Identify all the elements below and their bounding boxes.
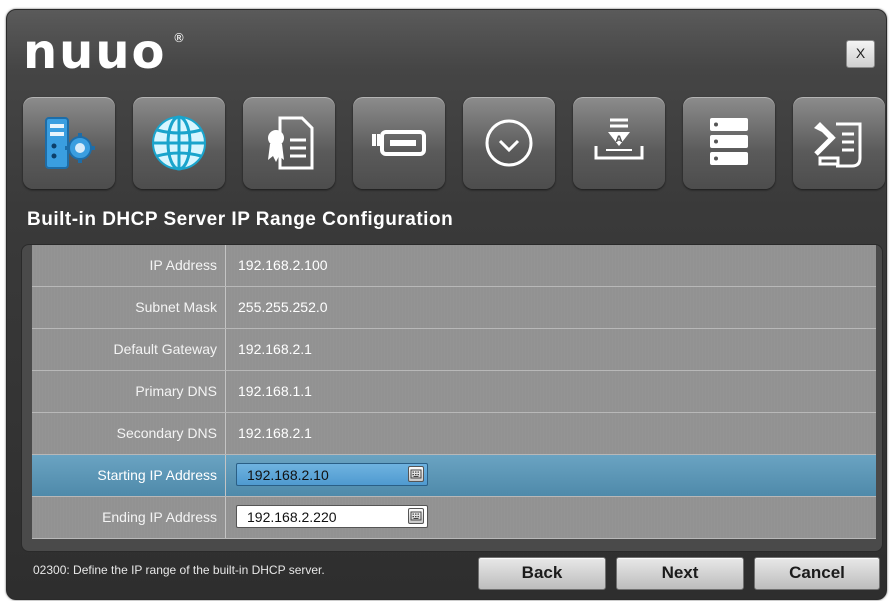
starting-ip-value[interactable]: 192.168.2.10	[247, 464, 329, 486]
server-rack-icon	[710, 118, 748, 165]
globe-network-icon	[152, 115, 206, 171]
row-value: 192.168.2.100	[238, 257, 328, 273]
tool-time[interactable]	[463, 97, 555, 189]
toolbar: A	[23, 97, 886, 193]
config-panel: IP Address 192.168.2.100 Subnet Mask 255…	[21, 244, 883, 552]
row-label: IP Address	[32, 245, 226, 286]
row-ip-address: IP Address 192.168.2.100	[32, 245, 876, 287]
row-value: 255.255.252.0	[238, 299, 328, 315]
license-certificate-icon	[268, 116, 314, 170]
nuuo-logo: nuuo ®	[23, 22, 185, 82]
row-subnet-mask: Subnet Mask 255.255.252.0	[32, 287, 876, 329]
row-label: Ending IP Address	[32, 497, 226, 538]
row-secondary-dns: Secondary DNS 192.168.2.1	[32, 413, 876, 455]
next-button[interactable]: Next	[616, 557, 744, 590]
starting-ip-field[interactable]: 192.168.2.10	[236, 463, 428, 486]
keyboard-icon[interactable]	[408, 466, 424, 482]
install-download-icon: A	[594, 118, 644, 160]
close-button[interactable]: X	[846, 40, 875, 68]
row-ending-ip: Ending IP Address 192.168.2.220	[32, 497, 876, 539]
row-value: 192.168.2.1	[238, 341, 312, 357]
back-button[interactable]: Back	[478, 557, 606, 590]
tool-server-settings[interactable]	[23, 97, 115, 189]
logo-text: nuuo	[23, 24, 167, 80]
keyboard-icon[interactable]	[408, 508, 424, 524]
storage-drive-icon	[372, 130, 426, 156]
registered-mark: ®	[173, 31, 187, 45]
svg-text:A: A	[616, 135, 623, 145]
row-starting-ip: Starting IP Address 192.168.2.10	[32, 455, 876, 497]
ending-ip-field[interactable]: 192.168.2.220	[236, 505, 428, 528]
row-label: Primary DNS	[32, 371, 226, 412]
row-label: Starting IP Address	[32, 455, 226, 496]
ending-ip-value[interactable]: 192.168.2.220	[247, 506, 337, 528]
status-text: 02300: Define the IP range of the built-…	[33, 563, 325, 577]
tool-maintenance[interactable]	[793, 97, 885, 189]
row-primary-dns: Primary DNS 192.168.1.1	[32, 371, 876, 413]
row-value: 192.168.1.1	[238, 383, 312, 399]
row-value: 192.168.2.1	[238, 425, 312, 441]
tool-license[interactable]	[243, 97, 335, 189]
tool-server-rack[interactable]	[683, 97, 775, 189]
row-default-gateway: Default Gateway 192.168.2.1	[32, 329, 876, 371]
row-label: Secondary DNS	[32, 413, 226, 454]
tool-install[interactable]: A	[573, 97, 665, 189]
tool-network[interactable]	[133, 97, 225, 189]
section-title: Built-in DHCP Server IP Range Configurat…	[27, 209, 454, 230]
row-label: Default Gateway	[32, 329, 226, 370]
tool-storage[interactable]	[353, 97, 445, 189]
clock-icon	[485, 119, 533, 167]
tools-scroll-icon	[814, 122, 862, 168]
row-label: Subnet Mask	[32, 287, 226, 328]
server-settings-icon	[45, 117, 95, 169]
cancel-button[interactable]: Cancel	[754, 557, 880, 590]
setup-window: nuuo ® X A Built-in DHCP Server IP Range…	[6, 9, 887, 600]
